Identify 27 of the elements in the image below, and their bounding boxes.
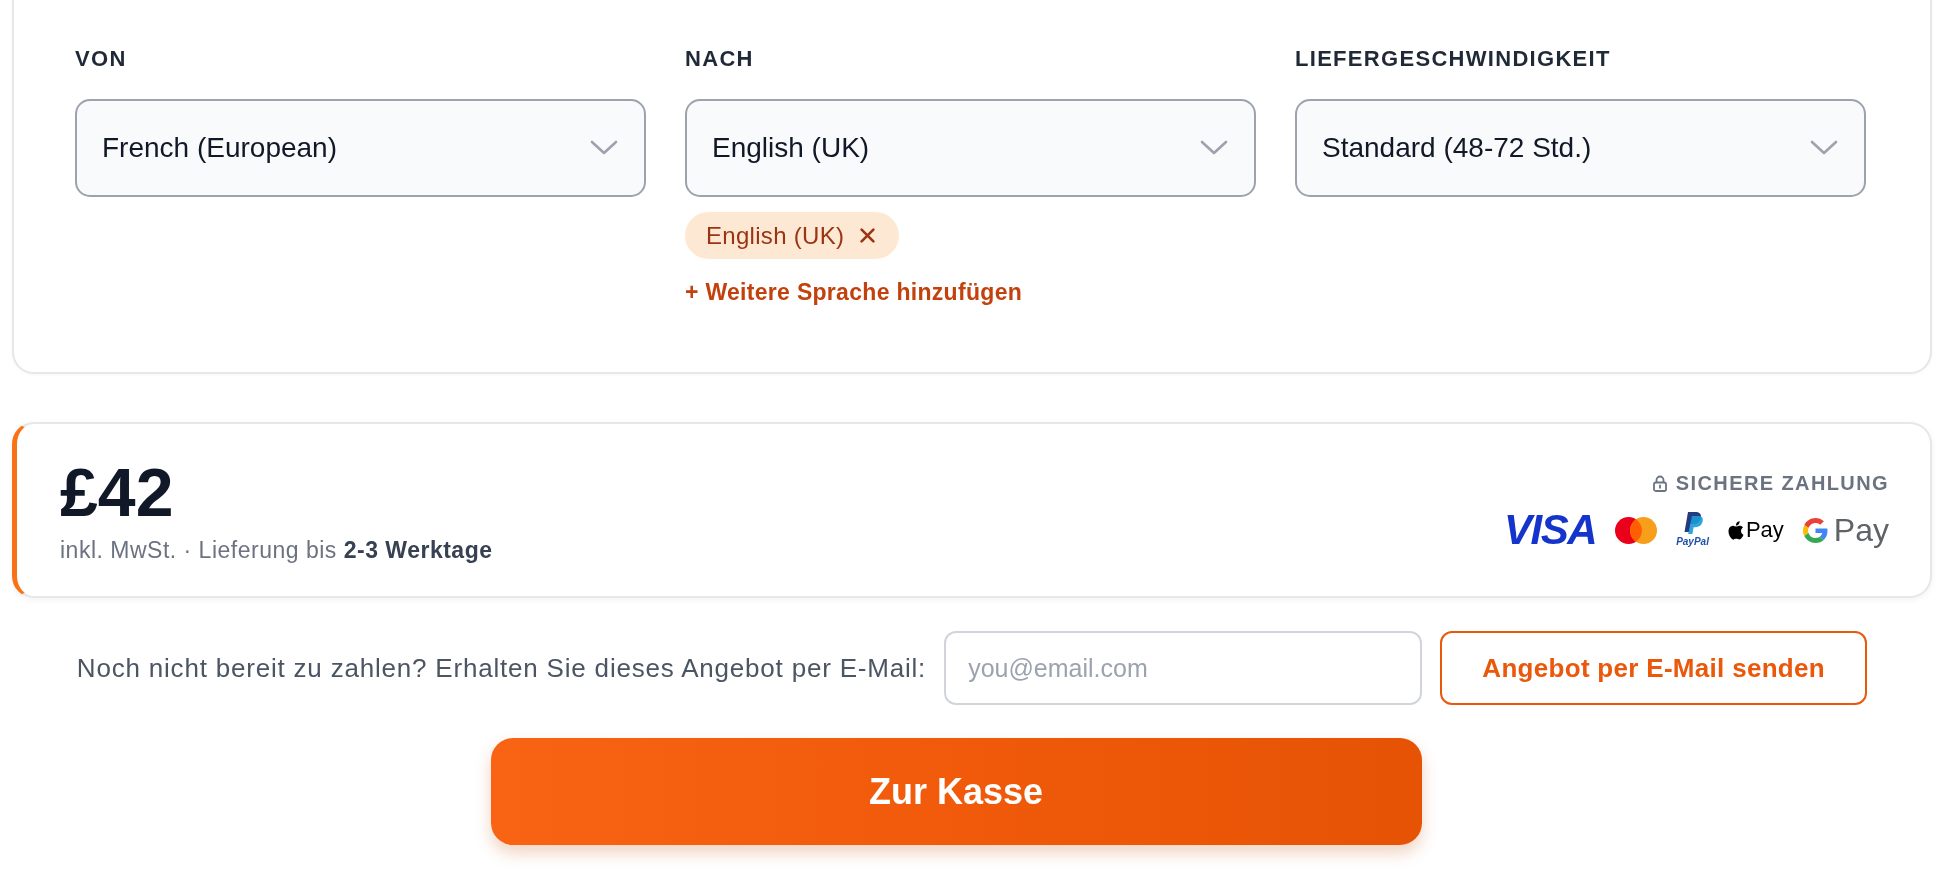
close-icon[interactable] xyxy=(860,228,876,243)
field-label: LIEFERGESCHWINDIGKEIT xyxy=(1295,45,1611,73)
price-note: inkl. MwSt. · Lieferung bis 2-3 Werktage xyxy=(60,536,493,564)
google-g-icon xyxy=(1802,517,1828,543)
email-field[interactable]: you@email.com xyxy=(944,631,1423,705)
visa-logo: VISA xyxy=(1504,510,1597,550)
field-label: NACH xyxy=(685,45,754,73)
select-field[interactable]: Standard (48-72 Std.) xyxy=(1295,99,1866,197)
chevron-down-icon xyxy=(1200,140,1228,156)
mastercard-logo xyxy=(1615,516,1658,544)
select-field[interactable]: English (UK) xyxy=(685,99,1256,197)
apple-icon xyxy=(1727,520,1744,540)
google-pay-wordmark: Pay xyxy=(1833,512,1889,548)
email-prompt: Noch nicht bereit zu zahlen? Erhalten Sie dieses Angebot per E-Mail: xyxy=(76,653,927,683)
apple-pay-wordmark: Pay xyxy=(1745,517,1784,543)
send-offer-button[interactable]: Angebot per E-Mail senden xyxy=(1440,631,1868,705)
price-amount: £42 xyxy=(60,456,174,528)
chevron-down-icon xyxy=(1810,140,1838,156)
tag-label: English (UK) xyxy=(706,221,845,250)
field-label: VON xyxy=(75,45,127,73)
select-field[interactable]: French (European) xyxy=(75,99,646,197)
paypal-wordmark: PayPal xyxy=(1676,536,1709,548)
paypal-icon xyxy=(1682,512,1703,536)
secure-payment-label: SICHERE ZAHLUNG xyxy=(1675,471,1889,496)
lock-icon xyxy=(1652,474,1667,492)
add-language-link[interactable]: + Weitere Sprache hinzufügen xyxy=(685,277,1023,307)
chevron-down-icon xyxy=(590,140,618,156)
